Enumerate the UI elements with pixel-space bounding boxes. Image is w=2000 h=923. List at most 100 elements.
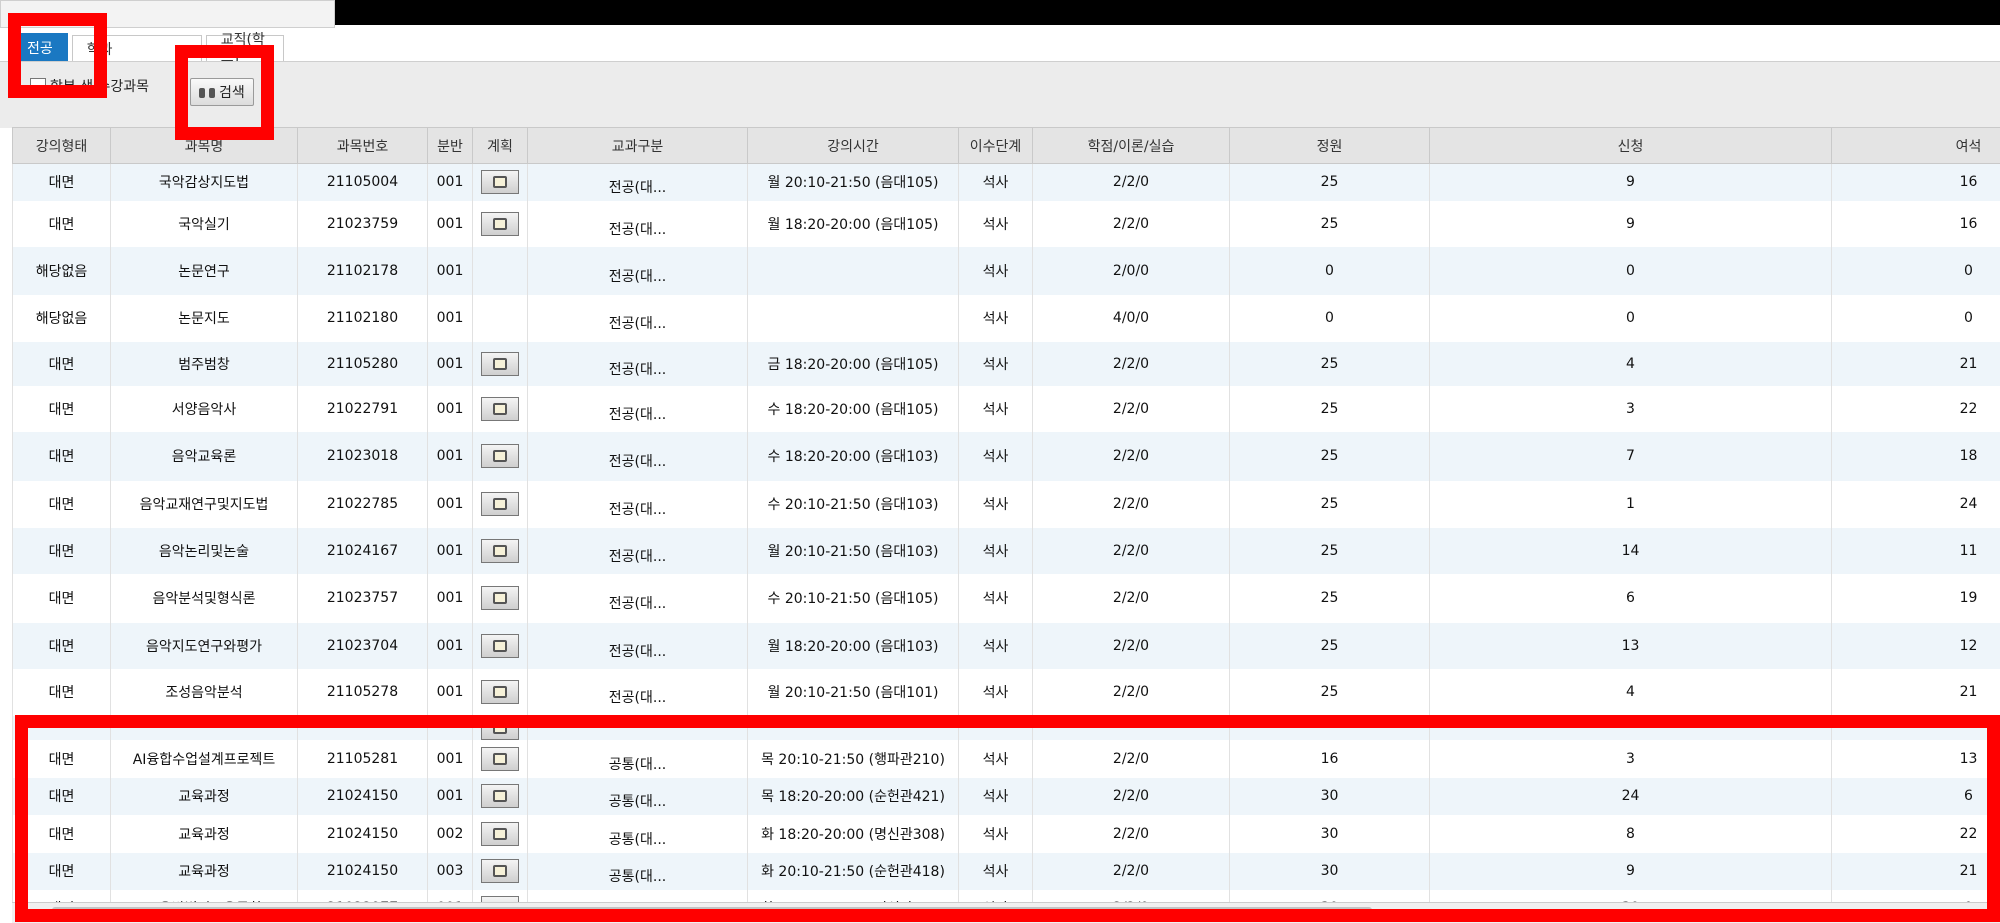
syllabus-icon[interactable] bbox=[481, 352, 519, 376]
table-row[interactable]: 대면음악지도연구와평가21023704001전공(대...월 18:20-20:… bbox=[13, 623, 2000, 669]
table-row[interactable]: 대면범주범창21105280001전공(대...금 18:20-20:00 (음… bbox=[13, 342, 2000, 386]
syllabus-icon[interactable] bbox=[481, 212, 519, 236]
cell-time: 수 18:20-20:00 (음대103) bbox=[748, 432, 959, 481]
cell-name: 음악지도연구와평가 bbox=[111, 623, 298, 669]
column-header[interactable]: 교과구분 bbox=[528, 128, 748, 164]
cell-sec: 003 bbox=[428, 853, 473, 890]
column-header[interactable]: 정원 bbox=[1230, 128, 1430, 164]
cell-sec: 001 bbox=[428, 247, 473, 295]
undergrad-course-label: 학부 생 수강과목 bbox=[50, 76, 149, 96]
syllabus-icon[interactable] bbox=[481, 716, 519, 740]
cell-cap: 25 bbox=[1230, 481, 1430, 528]
syllabus-icon[interactable] bbox=[481, 859, 519, 883]
cell-name: 교육과정 bbox=[111, 778, 298, 815]
column-header[interactable]: 학점/이론/실습 bbox=[1033, 128, 1230, 164]
cell-time: 화 18:20-20:00 (명신관308) bbox=[748, 815, 959, 853]
cell-form: 대면 bbox=[13, 386, 111, 432]
syllabus-icon[interactable] bbox=[481, 784, 519, 808]
table-row[interactable]: 대면음악논리및논술21024167001전공(대...월 20:10-21:50… bbox=[13, 528, 2000, 574]
search-button-label: 검색 bbox=[219, 82, 245, 102]
cell-credit: 2/2/0 bbox=[1033, 669, 1230, 716]
column-header[interactable]: 과목명 bbox=[111, 128, 298, 164]
cell-cap: 30 bbox=[1230, 778, 1430, 815]
table-row[interactable]: 대면교육방법및교육공학21022977001공통(대...화 18:20-20:… bbox=[13, 890, 2000, 903]
table-row[interactable]: 대면교육과정21024150003공통(대...화 20:10-21:50 (순… bbox=[13, 853, 2000, 890]
column-header[interactable]: 계획 bbox=[473, 128, 528, 164]
syllabus-icon[interactable] bbox=[481, 634, 519, 658]
cell-time bbox=[748, 295, 959, 342]
undergrad-course-checkbox[interactable] bbox=[30, 78, 46, 94]
column-header[interactable]: 과목번호 bbox=[298, 128, 428, 164]
cell-code: 21023759 bbox=[298, 201, 428, 247]
tab-bar: 전공 학과 교직(학부) bbox=[12, 33, 288, 61]
table-row[interactable]: 대면교육과정21024150001공통(대...목 18:20-20:00 (순… bbox=[13, 778, 2000, 815]
tab-department[interactable]: 학과 bbox=[72, 35, 202, 61]
cell-left: 6 bbox=[1832, 778, 2000, 815]
table-row[interactable] bbox=[13, 716, 2000, 740]
table-row[interactable]: 대면서양음악사21022791001전공(대...수 18:20-20:00 (… bbox=[13, 386, 2000, 432]
tab-teaching-course[interactable]: 교직(학부) bbox=[206, 35, 284, 61]
cell-time: 화 18:20-20:00 (명신관309) bbox=[748, 890, 959, 903]
scrollbar-thumb[interactable] bbox=[52, 907, 1372, 918]
table-row[interactable]: 해당없음논문연구21102178001전공(대...석사2/0/0000 bbox=[13, 247, 2000, 295]
table-row[interactable]: 대면조성음악분석21105278001전공(대...월 20:10-21:50 … bbox=[13, 669, 2000, 716]
cell-time: 월 20:10-21:50 (음대101) bbox=[748, 669, 959, 716]
syllabus-icon[interactable] bbox=[481, 397, 519, 421]
tab-major[interactable]: 전공 bbox=[12, 33, 68, 61]
column-header[interactable]: 신청 bbox=[1430, 128, 1832, 164]
column-header[interactable]: 이수단계 bbox=[959, 128, 1033, 164]
search-button[interactable]: 검색 bbox=[190, 78, 254, 106]
cell-name: 서양음악사 bbox=[111, 386, 298, 432]
column-header[interactable]: 분반 bbox=[428, 128, 473, 164]
table-row[interactable]: 대면교육과정21024150002공통(대...화 18:20-20:00 (명… bbox=[13, 815, 2000, 853]
cell-left bbox=[1832, 716, 2000, 740]
cell-stage: 석사 bbox=[959, 669, 1033, 716]
cell-name: 국악감상지도법 bbox=[111, 164, 298, 201]
syllabus-icon[interactable] bbox=[481, 586, 519, 610]
cell-left: 18 bbox=[1832, 432, 2000, 481]
cell-cap: 25 bbox=[1230, 201, 1430, 247]
column-header[interactable]: 여석 bbox=[1832, 128, 2000, 164]
cell-time bbox=[748, 247, 959, 295]
syllabus-icon[interactable] bbox=[481, 492, 519, 516]
table-row[interactable]: 대면국악실기21023759001전공(대...월 18:20-20:00 (음… bbox=[13, 201, 2000, 247]
horizontal-scrollbar[interactable] bbox=[12, 902, 2000, 923]
course-table-wrapper: 강의형태과목명과목번호분반계획교과구분강의시간이수단계학점/이론/실습정원신청여… bbox=[12, 127, 2000, 902]
binoculars-icon bbox=[199, 85, 215, 99]
table-row[interactable]: 대면국악감상지도법21105004001전공(대...월 20:10-21:50… bbox=[13, 164, 2000, 201]
cell-code: 21023757 bbox=[298, 574, 428, 623]
cell-credit: 2/2/0 bbox=[1033, 386, 1230, 432]
syllabus-icon[interactable] bbox=[481, 680, 519, 704]
cell-credit: 2/2/0 bbox=[1033, 342, 1230, 386]
cell-left: 24 bbox=[1832, 481, 2000, 528]
table-row[interactable]: 대면음악교육론21023018001전공(대...수 18:20-20:00 (… bbox=[13, 432, 2000, 481]
cell-cat: 공통(대... bbox=[528, 890, 748, 903]
cell-stage: 석사 bbox=[959, 432, 1033, 481]
plan-cell bbox=[473, 201, 528, 247]
cell-credit bbox=[1033, 716, 1230, 740]
cell-req: 3 bbox=[1430, 386, 1832, 432]
cell-left: 16 bbox=[1832, 164, 2000, 201]
table-row[interactable]: 대면AI융합수업설계프로젝트21105281001공통(대...목 20:10-… bbox=[13, 740, 2000, 778]
cell-credit: 2/2/0 bbox=[1033, 481, 1230, 528]
column-header[interactable]: 강의형태 bbox=[13, 128, 111, 164]
cell-cap: 25 bbox=[1230, 432, 1430, 481]
column-header[interactable]: 강의시간 bbox=[748, 128, 959, 164]
cell-cat: 공통(대... bbox=[528, 815, 748, 853]
cell-credit: 2/2/0 bbox=[1033, 432, 1230, 481]
syllabus-icon[interactable] bbox=[481, 170, 519, 194]
cell-sec: 001 bbox=[428, 481, 473, 528]
syllabus-icon[interactable] bbox=[481, 822, 519, 846]
syllabus-icon[interactable] bbox=[481, 444, 519, 468]
syllabus-icon[interactable] bbox=[481, 539, 519, 563]
table-row[interactable]: 대면음악교재연구및지도법21022785001전공(대...수 20:10-21… bbox=[13, 481, 2000, 528]
table-row[interactable]: 해당없음논문지도21102180001전공(대...석사4/0/0000 bbox=[13, 295, 2000, 342]
cell-credit: 2/2/0 bbox=[1033, 574, 1230, 623]
plan-cell bbox=[473, 740, 528, 778]
table-row[interactable]: 대면음악분석및형식론21023757001전공(대...수 20:10-21:5… bbox=[13, 574, 2000, 623]
cell-req: 0 bbox=[1430, 247, 1832, 295]
syllabus-icon[interactable] bbox=[481, 747, 519, 771]
cell-form: 대면 bbox=[13, 623, 111, 669]
cell-form bbox=[13, 716, 111, 740]
cell-code: 21105004 bbox=[298, 164, 428, 201]
